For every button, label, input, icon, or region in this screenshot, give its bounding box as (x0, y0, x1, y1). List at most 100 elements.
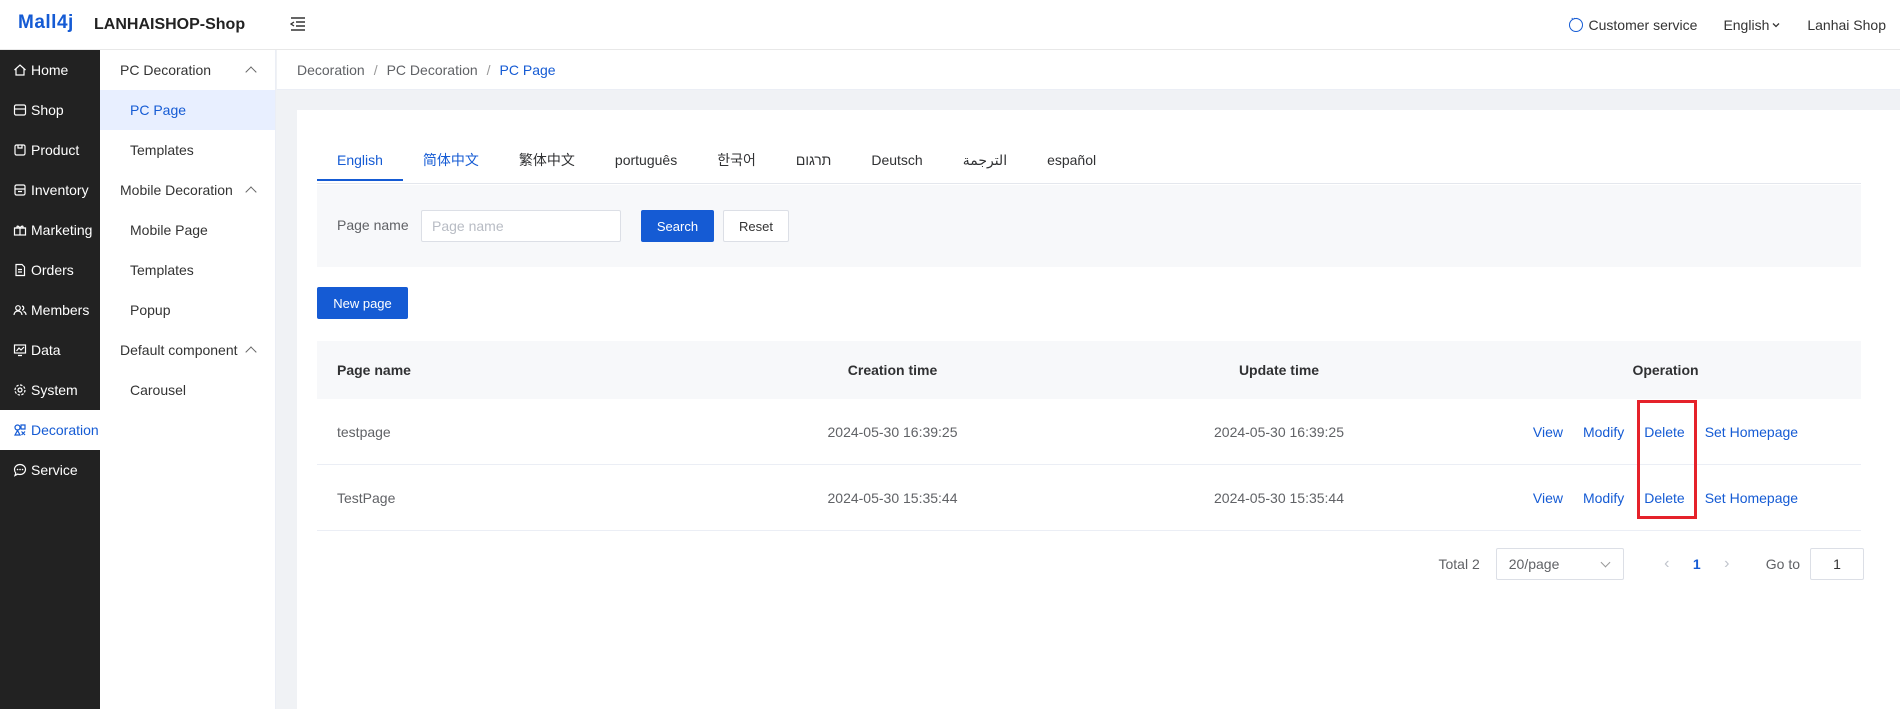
tab-english[interactable]: English (317, 140, 403, 181)
inventory-icon (14, 184, 26, 196)
header-page-name: Page name (337, 362, 411, 378)
page-name-input[interactable] (421, 210, 621, 242)
gear-icon (14, 384, 26, 396)
data-icon (13, 344, 27, 357)
tab-spanish[interactable]: español (1027, 140, 1116, 181)
sidebar-item-label: Marketing (31, 222, 93, 238)
subnav-group-pc-decoration[interactable]: PC Decoration (100, 50, 275, 90)
sidebar-item-system[interactable]: System (0, 370, 100, 410)
cell-update-time: 2024-05-30 16:39:25 (1214, 423, 1344, 440)
mall4j-logo[interactable]: Mall4j (18, 12, 74, 34)
breadcrumb: Decoration / PC Decoration / PC Page (277, 50, 1900, 90)
sidebar-item-product[interactable]: Product (0, 130, 100, 170)
set-homepage-link[interactable]: Set Homepage (1705, 424, 1798, 440)
chat-bubble-icon (1568, 13, 1583, 32)
sidebar-item-decoration[interactable]: Decoration (0, 410, 100, 450)
product-icon (14, 144, 26, 156)
chevron-up-icon (245, 186, 257, 198)
chevron-up-icon (245, 346, 257, 358)
subnav-item-pc-templates[interactable]: Templates (100, 130, 275, 170)
goto-page-input[interactable] (1810, 548, 1864, 580)
shop-icon (13, 104, 27, 116)
shop-title: LANHAISHOP-Shop (94, 16, 246, 33)
chevron-down-icon (1772, 23, 1780, 28)
cell-page-name: testpage (337, 423, 391, 440)
subnav-item-carousel[interactable]: Carousel (100, 370, 275, 410)
breadcrumb-pc-page: PC Page (499, 61, 556, 78)
cell-creation-time: 2024-05-30 15:35:44 (827, 489, 958, 506)
cell-creation-time: 2024-05-30 16:39:25 (827, 423, 958, 440)
subnav-group-mobile-decoration[interactable]: Mobile Decoration (100, 170, 275, 210)
tab-korean[interactable]: 한국어 (697, 140, 776, 181)
collapse-menu-icon[interactable] (289, 16, 306, 35)
subnav-group-label: Default component (120, 342, 238, 358)
members-icon (13, 305, 27, 316)
sidebar-item-marketing[interactable]: Marketing (0, 210, 100, 250)
sidebar-item-inventory[interactable]: Inventory (0, 170, 100, 210)
header-creation-time: Creation time (847, 362, 938, 378)
subnav-item-mobile-page[interactable]: Mobile Page (100, 210, 275, 250)
sidebar-item-label: Data (31, 342, 61, 358)
page-number-1[interactable]: 1 (1682, 556, 1712, 572)
view-link[interactable]: View (1533, 490, 1563, 506)
tab-portuguese[interactable]: português (595, 140, 697, 181)
view-link[interactable]: View (1533, 424, 1563, 440)
reset-button[interactable]: Reset (723, 210, 789, 242)
customer-service-link[interactable]: Customer service (1568, 13, 1698, 33)
customer-service-label: Customer service (1588, 17, 1698, 33)
prev-page-icon[interactable]: ‹ (1652, 555, 1682, 573)
language-tabs: English 简体中文 繁体中文 português 한국어 תרגום De… (317, 140, 1861, 184)
modify-link[interactable]: Modify (1583, 490, 1624, 506)
top-bar: Mall4j LANHAISHOP-Shop Customer service … (0, 0, 1900, 50)
subnav-item-mobile-templates[interactable]: Templates (100, 250, 275, 290)
subnav-group-default-component[interactable]: Default component (100, 330, 275, 370)
breadcrumb-pc-decoration[interactable]: PC Decoration (387, 62, 478, 78)
sidebar-item-label: Orders (31, 262, 74, 278)
sidebar-item-label: System (31, 382, 78, 398)
sidebar-item-label: Home (31, 62, 69, 78)
sidebar-item-label: Shop (31, 102, 64, 118)
table-row: TestPage 2024-05-30 15:35:44 2024-05-30 … (317, 465, 1861, 531)
breadcrumb-decoration[interactable]: Decoration (297, 62, 365, 78)
chevron-down-icon (1600, 557, 1611, 567)
sidebar-item-members[interactable]: Members (0, 290, 100, 330)
sidebar-item-home[interactable]: Home (0, 50, 100, 90)
tab-arabic[interactable]: الترجمة (943, 140, 1027, 181)
delete-link[interactable]: Delete (1644, 424, 1684, 440)
pagination: Total 2 20/page ‹ 1 › Go to (1438, 548, 1864, 580)
modify-link[interactable]: Modify (1583, 424, 1624, 440)
cell-page-name: TestPage (337, 489, 396, 506)
search-panel: Page name Search Reset (317, 185, 1861, 267)
pagination-total: Total 2 (1438, 556, 1480, 572)
tab-german[interactable]: Deutsch (851, 140, 942, 181)
sidebar-item-data[interactable]: Data (0, 330, 100, 370)
header-operation: Operation (1632, 362, 1699, 378)
page-size-select[interactable]: 20/page (1495, 548, 1624, 580)
sidebar-item-service[interactable]: Service (0, 450, 100, 490)
new-page-button[interactable]: New page (317, 287, 408, 319)
subnav-group-label: PC Decoration (120, 62, 212, 78)
subnav-item-popup[interactable]: Popup (100, 290, 275, 330)
breadcrumb-separator: / (486, 61, 491, 78)
language-dropdown[interactable]: English (1723, 17, 1781, 33)
tab-hebrew[interactable]: תרגום (776, 140, 852, 181)
language-label: English (1723, 17, 1770, 33)
cell-update-time: 2024-05-30 15:35:44 (1214, 489, 1344, 506)
chevron-up-icon (245, 66, 257, 78)
subnav-item-pc-page[interactable]: PC Page (100, 90, 275, 130)
sidebar-item-label: Product (31, 142, 80, 158)
search-button[interactable]: Search (641, 210, 714, 242)
delete-link[interactable]: Delete (1644, 490, 1684, 506)
set-homepage-link[interactable]: Set Homepage (1705, 490, 1798, 506)
decoration-subnav: PC Decoration PC Page Templates Mobile D… (100, 50, 276, 709)
next-page-icon[interactable]: › (1712, 555, 1742, 573)
tab-traditional-chinese[interactable]: 繁体中文 (499, 140, 595, 181)
tab-simplified-chinese[interactable]: 简体中文 (403, 140, 499, 181)
sidebar-item-orders[interactable]: Orders (0, 250, 100, 290)
user-menu[interactable]: Lanhai Shop (1807, 17, 1886, 33)
table-row: testpage 2024-05-30 16:39:25 2024-05-30 … (317, 399, 1861, 465)
chat-icon (13, 463, 27, 477)
sidebar-item-label: Service (31, 462, 78, 478)
sidebar-item-shop[interactable]: Shop (0, 90, 100, 130)
decoration-icon (13, 424, 26, 436)
